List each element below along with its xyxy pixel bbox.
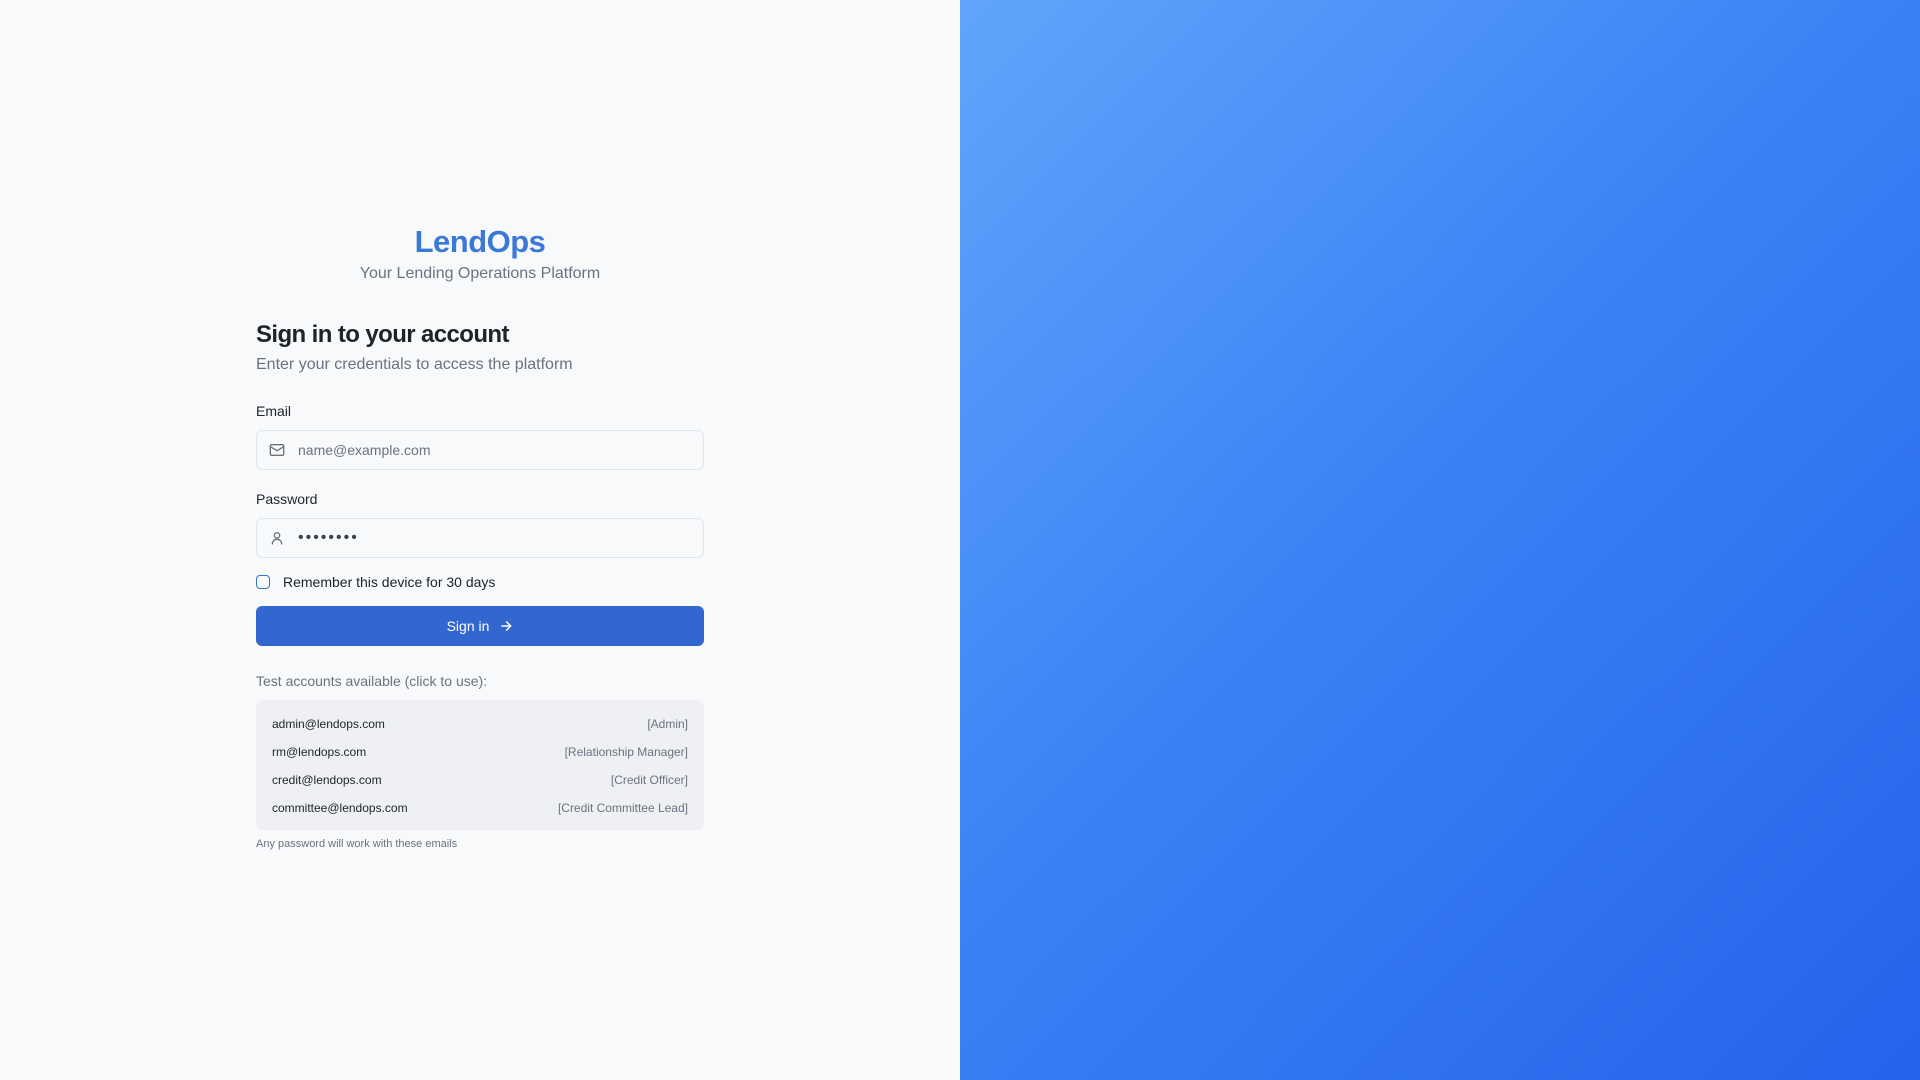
test-account-role: [Credit Committee Lead] bbox=[557, 801, 688, 815]
test-account-email: committee@lendops.com bbox=[272, 801, 408, 815]
form-subheading: Enter your credentials to access the pla… bbox=[256, 356, 573, 373]
test-account-rm[interactable]: rm@lendops.com [Relationship Manager] bbox=[272, 738, 688, 766]
test-account-email: admin@lendops.com bbox=[272, 717, 385, 731]
sign-in-button-label: Sign in bbox=[446, 618, 490, 634]
mail-icon bbox=[257, 431, 297, 469]
remember-device-checkbox[interactable] bbox=[256, 575, 270, 589]
brand-header: LendOps Your Lending Operations Platform bbox=[256, 222, 704, 284]
password-label: Password bbox=[256, 491, 318, 507]
test-account-role: [Credit Officer] bbox=[610, 773, 688, 787]
remember-device-row: Remember this device for 30 days bbox=[256, 574, 704, 590]
email-input[interactable] bbox=[298, 432, 703, 468]
test-accounts-list: admin@lendops.com [Admin] rm@lendops.com… bbox=[256, 700, 704, 830]
sign-in-button[interactable]: Sign in bbox=[256, 606, 704, 646]
app-tagline: Your Lending Operations Platform bbox=[359, 265, 601, 282]
test-account-committee[interactable]: committee@lendops.com [Credit Committee … bbox=[272, 794, 688, 822]
test-account-admin[interactable]: admin@lendops.com [Admin] bbox=[272, 710, 688, 738]
test-account-role: [Relationship Manager] bbox=[564, 745, 688, 759]
remember-device-label[interactable]: Remember this device for 30 days bbox=[283, 574, 495, 590]
password-field-wrapper bbox=[256, 518, 704, 558]
login-page: LendOps Your Lending Operations Platform… bbox=[0, 0, 1920, 1080]
app-logo: LendOps bbox=[414, 224, 546, 259]
user-icon bbox=[257, 519, 297, 557]
test-accounts-title: Test accounts available (click to use): bbox=[256, 673, 488, 689]
hero-gradient-panel bbox=[960, 0, 1920, 1080]
test-account-email: rm@lendops.com bbox=[272, 745, 367, 759]
test-account-credit[interactable]: credit@lendops.com [Credit Officer] bbox=[272, 766, 688, 794]
test-account-email: credit@lendops.com bbox=[272, 773, 382, 787]
email-field-wrapper bbox=[256, 430, 704, 470]
email-label: Email bbox=[256, 403, 292, 419]
login-section: LendOps Your Lending Operations Platform… bbox=[0, 0, 960, 1080]
password-input[interactable] bbox=[298, 520, 703, 556]
test-accounts-footnote: Any password will work with these emails bbox=[256, 838, 458, 850]
login-panel: LendOps Your Lending Operations Platform… bbox=[256, 222, 704, 850]
test-account-role: [Admin] bbox=[647, 717, 688, 731]
form-heading: Sign in to your account bbox=[256, 321, 509, 348]
arrow-right-icon bbox=[499, 619, 513, 633]
